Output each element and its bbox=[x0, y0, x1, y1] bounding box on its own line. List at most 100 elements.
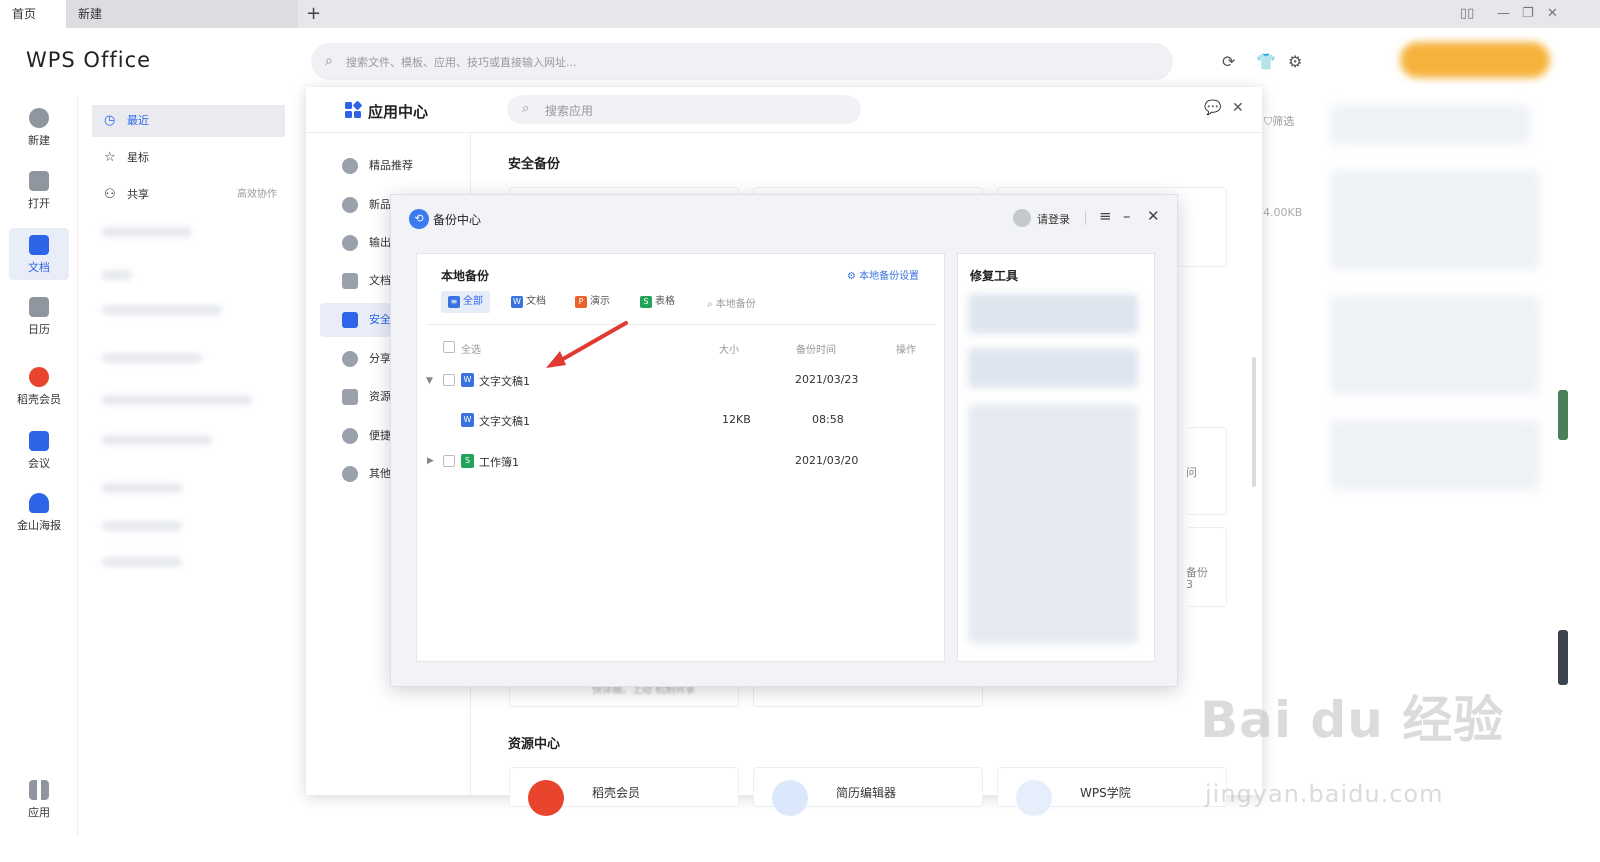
sync-icon[interactable]: ⟳ bbox=[1222, 52, 1235, 71]
header-select-all: 全选 bbox=[461, 345, 481, 356]
briefcase-icon bbox=[342, 389, 358, 405]
repair-tools-title: 修复工具 bbox=[970, 269, 1019, 283]
feedback-icon[interactable]: 💬 bbox=[1204, 100, 1221, 116]
backup-search-input[interactable]: ⌕ 本地备份 bbox=[707, 295, 756, 310]
app-card-partial[interactable]: 问 bbox=[1186, 427, 1227, 515]
app-logo: WPS Office bbox=[26, 48, 152, 72]
filter-icon: ⛉ bbox=[1264, 115, 1273, 128]
edge-widget[interactable] bbox=[1558, 390, 1568, 440]
app-card-docer[interactable]: 稻壳会员 bbox=[509, 767, 739, 816]
nav-docer[interactable]: 稻壳会员 bbox=[0, 367, 78, 415]
backup-center-title: 备份中心 bbox=[433, 213, 482, 227]
scrollbar[interactable] bbox=[1252, 357, 1256, 487]
docer-icon bbox=[528, 780, 564, 816]
expand-caret-icon[interactable]: ▶ bbox=[427, 456, 434, 466]
ac-side-label: 资源 bbox=[369, 390, 391, 403]
settings-gear-icon[interactable]: ⚙ bbox=[1288, 52, 1302, 71]
docer-icon bbox=[29, 367, 49, 387]
row-checkbox[interactable] bbox=[443, 455, 455, 467]
app-center-close-icon[interactable]: ✕ bbox=[1232, 100, 1244, 116]
blurred-item bbox=[102, 483, 182, 493]
filter-starred[interactable]: ☆ 星标 bbox=[92, 142, 285, 174]
local-backup-settings-label: 本地备份设置 bbox=[859, 271, 920, 282]
apps-grid-icon bbox=[29, 780, 49, 800]
app-card-resume[interactable]: 简历编辑器 bbox=[753, 767, 983, 816]
new-tab-button[interactable]: + bbox=[306, 3, 321, 25]
blurred-item bbox=[102, 227, 192, 237]
list-icon: ≡ bbox=[448, 296, 460, 308]
app-search-input[interactable]: ⌕ 搜索应用 bbox=[507, 95, 861, 124]
backup-close-icon[interactable]: ✕ bbox=[1147, 207, 1160, 225]
skin-icon[interactable]: 👕 bbox=[1256, 52, 1276, 71]
login-link[interactable]: 请登录 bbox=[1037, 211, 1070, 227]
spreadsheet-icon: S bbox=[640, 296, 652, 308]
filter-shared[interactable]: ⚇ 共享 高效协作 bbox=[92, 179, 285, 211]
nav-meeting[interactable]: 会议 bbox=[0, 431, 78, 479]
word-doc-icon: W bbox=[461, 373, 474, 387]
menu-icon[interactable]: ≡ bbox=[1099, 207, 1112, 225]
nav-calendar[interactable]: 日历 bbox=[0, 297, 78, 345]
app-card-partial[interactable]: 备份 3 bbox=[1186, 527, 1227, 607]
app-card-academy[interactable]: WPS学院 bbox=[997, 767, 1227, 816]
ac-side-label: 新品 bbox=[369, 198, 391, 211]
nav-documents[interactable]: 文档 bbox=[9, 228, 69, 280]
edge-widget[interactable] bbox=[1558, 630, 1568, 685]
blurred-item bbox=[102, 521, 182, 531]
minimize-icon[interactable]: – bbox=[1123, 207, 1131, 225]
blurred-item bbox=[102, 270, 132, 280]
filter-link[interactable]: ⛉筛选 bbox=[1264, 113, 1294, 129]
row-file-name[interactable]: 文字文稿1 bbox=[479, 413, 530, 429]
filter-presentation-label: 演示 bbox=[590, 296, 610, 307]
row-file-name[interactable]: 文字文稿1 bbox=[479, 373, 530, 389]
filter-all[interactable]: ≡ 全部 bbox=[441, 291, 490, 313]
repair-tools-panel: 修复工具 bbox=[957, 253, 1155, 662]
diamond-icon bbox=[342, 158, 358, 174]
promo-banner[interactable] bbox=[1400, 42, 1550, 78]
close-icon[interactable]: ✕ bbox=[1547, 5, 1558, 23]
nav-poster[interactable]: 金山海报 bbox=[0, 493, 78, 541]
filter-docs-label: 文档 bbox=[526, 296, 546, 307]
global-search-input[interactable]: ⌕ 搜索文件、模板、应用、技巧或直接输入网址... bbox=[311, 43, 1173, 80]
calendar-icon bbox=[29, 297, 49, 317]
layout-icon[interactable]: ▯▯ bbox=[1460, 5, 1474, 23]
clock-icon: ◷ bbox=[104, 113, 116, 128]
filter-sheet[interactable]: S 表格 bbox=[633, 291, 682, 313]
ac-side-item-featured[interactable]: 精品推荐 bbox=[320, 149, 460, 183]
app-center-logo-icon bbox=[345, 101, 362, 118]
more-dots-icon bbox=[342, 466, 358, 482]
word-doc-icon: W bbox=[511, 296, 523, 308]
blurred-tool[interactable] bbox=[968, 348, 1138, 388]
nav-new[interactable]: 新建 bbox=[0, 108, 78, 156]
avatar[interactable] bbox=[1013, 209, 1031, 227]
select-all-checkbox[interactable] bbox=[443, 341, 455, 353]
ac-side-label: 安全 bbox=[369, 313, 391, 326]
shield-icon bbox=[342, 312, 358, 328]
fire-icon bbox=[342, 197, 358, 213]
row-backup-time: 08:58 bbox=[812, 413, 844, 426]
nav-open[interactable]: 打开 bbox=[0, 171, 78, 219]
nav-docer-label: 稻壳会员 bbox=[17, 393, 61, 406]
app-card-label: WPS学院 bbox=[1080, 786, 1131, 800]
blurred-item bbox=[102, 353, 202, 363]
app-center-header: 应用中心 ⌕ 搜索应用 💬 ✕ bbox=[306, 87, 1262, 133]
local-backup-settings-link[interactable]: ⚙ 本地备份设置 bbox=[847, 267, 919, 282]
nav-apps[interactable]: 应用 bbox=[0, 780, 78, 828]
minimize-icon[interactable]: — bbox=[1497, 5, 1510, 23]
collapse-caret-icon[interactable]: ▼ bbox=[426, 376, 433, 386]
blurred-tool[interactable] bbox=[968, 294, 1138, 334]
row-checkbox[interactable] bbox=[443, 374, 455, 386]
blurred-item bbox=[102, 305, 222, 315]
annotation-arrow bbox=[546, 321, 628, 368]
document-icon bbox=[29, 235, 49, 255]
tab-new[interactable]: 新建 bbox=[66, 0, 298, 28]
ac-side-label: 精品推荐 bbox=[369, 159, 413, 172]
row-file-name[interactable]: 工作簿1 bbox=[479, 454, 519, 470]
spreadsheet-icon: S bbox=[461, 454, 474, 468]
divider bbox=[1085, 211, 1086, 225]
filter-docs[interactable]: W 文档 bbox=[504, 291, 553, 313]
tab-home[interactable]: 首页 bbox=[0, 0, 66, 28]
row-backup-time: 2021/03/23 bbox=[795, 373, 859, 386]
filter-recent[interactable]: ◷ 最近 bbox=[92, 105, 285, 137]
restore-icon[interactable]: ❐ bbox=[1522, 5, 1534, 23]
filter-presentation[interactable]: P 演示 bbox=[568, 291, 617, 313]
